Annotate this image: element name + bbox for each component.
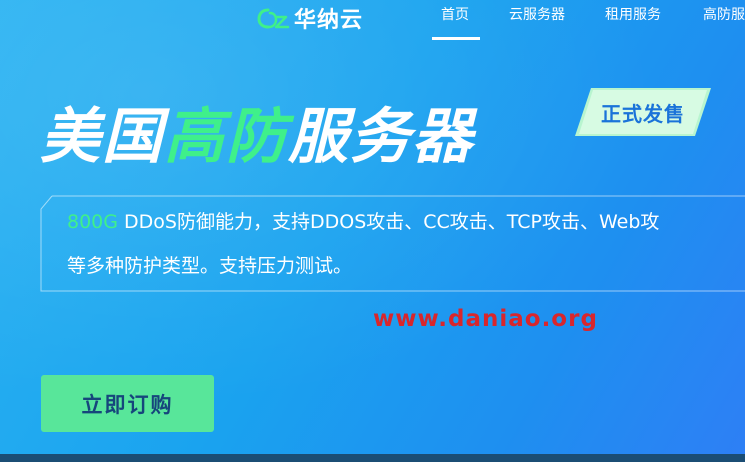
bottom-strip xyxy=(0,454,745,462)
watermark-text: www.daniao.org xyxy=(373,306,598,332)
description-line-1: 800G DDoS防御能力，支持DDOS攻击、CC攻击、TCP攻击、Web攻 xyxy=(67,208,659,236)
logo-text: 华纳云 xyxy=(294,8,364,33)
buy-now-button[interactable]: 立即订购 xyxy=(41,375,214,432)
nav-item-home[interactable]: 首页 xyxy=(441,4,469,24)
sale-badge-label: 正式发售 xyxy=(601,101,685,126)
header: 华纳云 首页 云服务器 租用服务 高防服 xyxy=(0,0,745,40)
cloud-logo-icon xyxy=(257,8,290,29)
hero-title-part3: 服务器 xyxy=(288,102,474,172)
nav-item-rental-service[interactable]: 租用服务 xyxy=(605,4,661,24)
nav-active-underline xyxy=(432,37,480,40)
nav-item-high-defense[interactable]: 高防服 xyxy=(703,4,745,24)
description-line-1-text: DDoS防御能力，支持DDOS攻击、CC攻击、TCP攻击、Web攻 xyxy=(118,211,660,233)
logo[interactable]: 华纳云 xyxy=(256,4,364,33)
hero-title-part1: 美国 xyxy=(40,102,164,172)
nav-item-cloud-server[interactable]: 云服务器 xyxy=(509,4,565,24)
description-line-2: 等多种防护类型。支持压力测试。 xyxy=(67,255,353,277)
hero-title: 美国高防服务器 xyxy=(40,97,474,177)
description-highlight: 800G xyxy=(67,211,118,233)
sale-badge: 正式发售 xyxy=(573,86,713,138)
hero-title-part2: 高防 xyxy=(164,102,288,172)
